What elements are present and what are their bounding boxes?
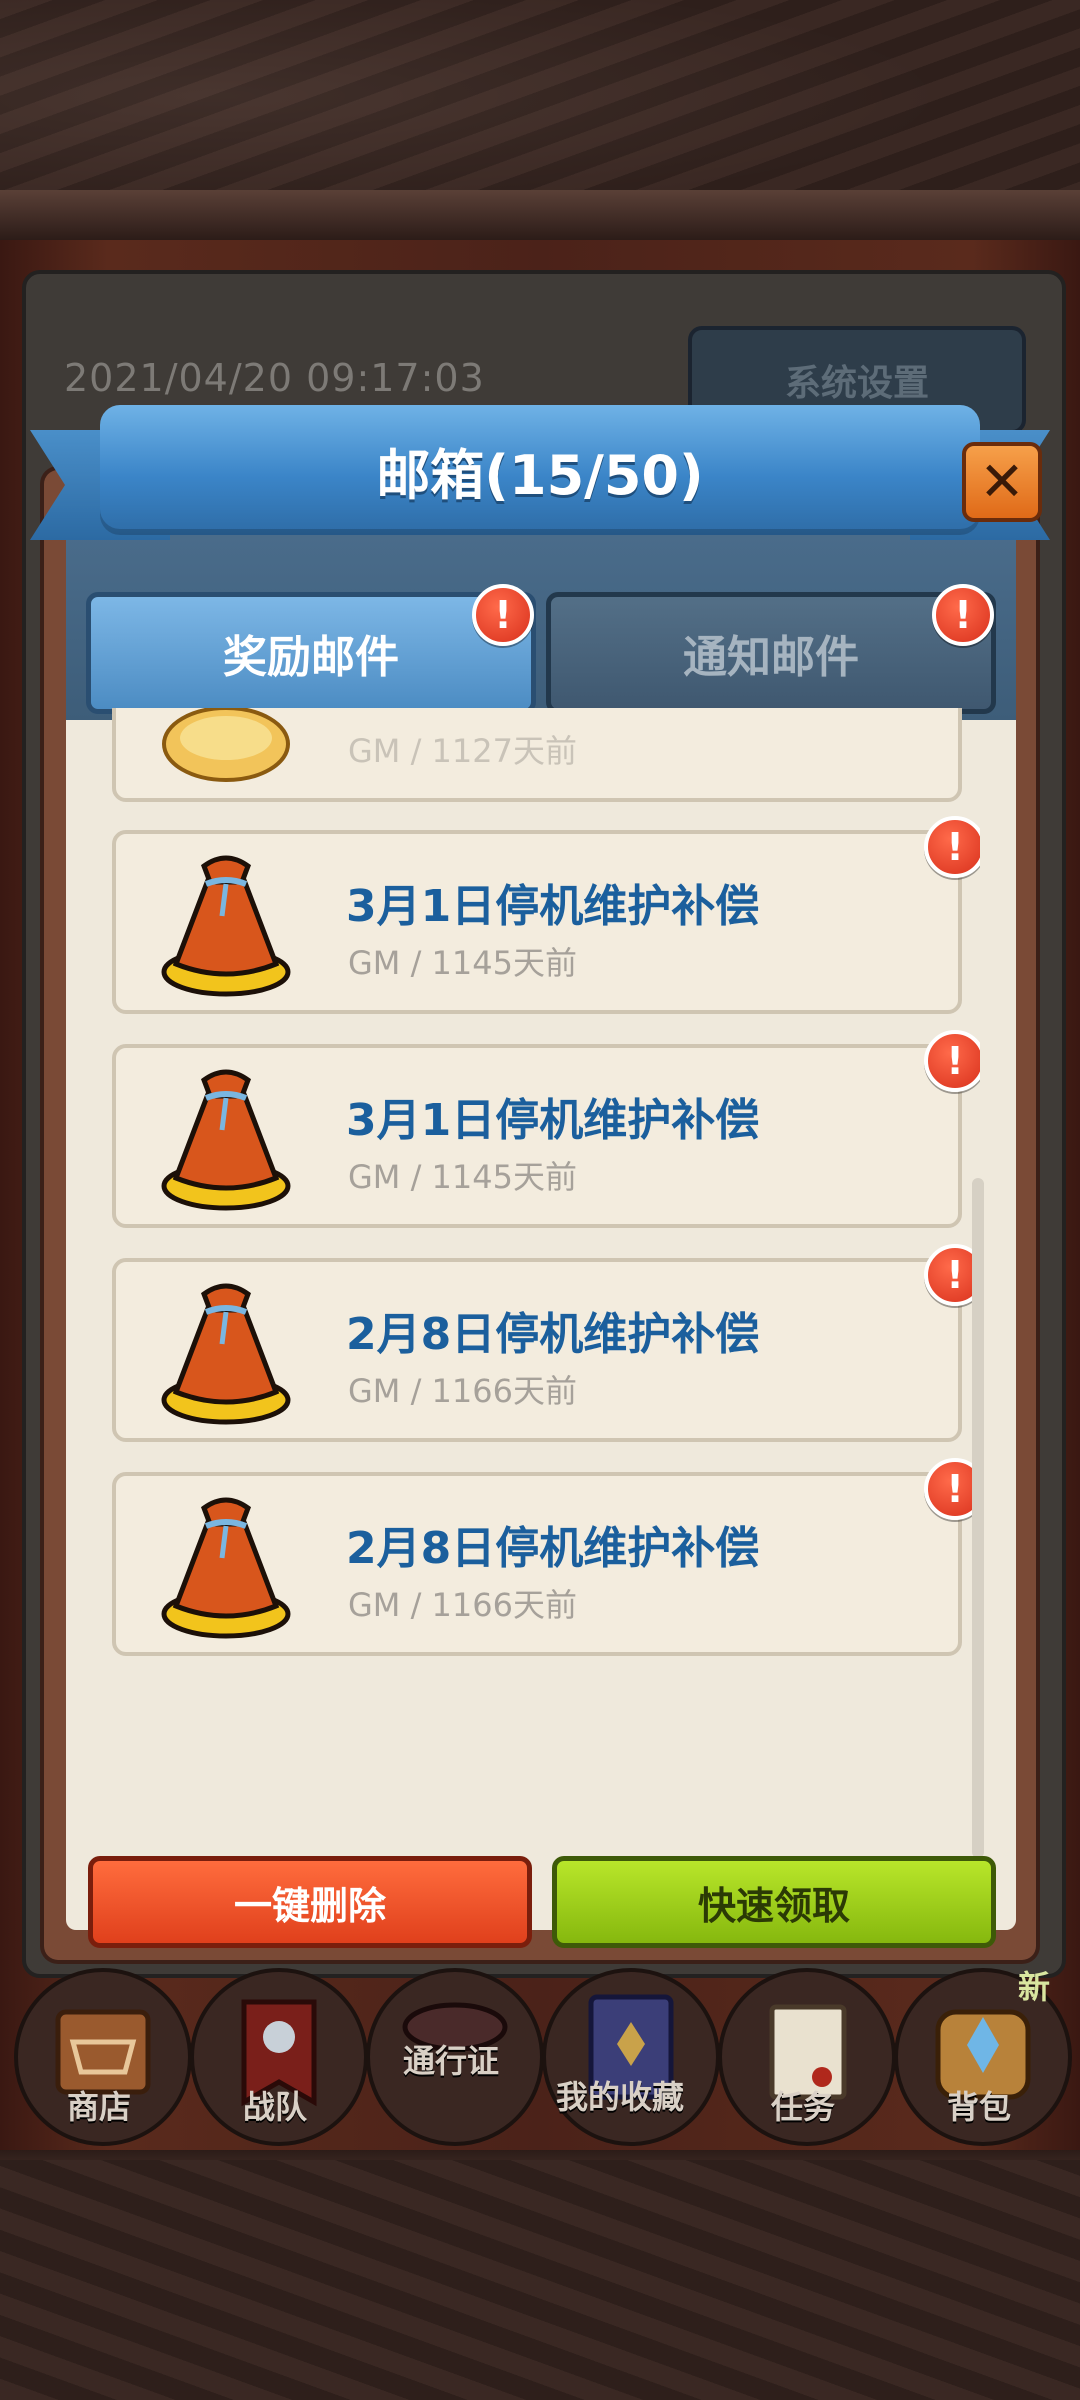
mail-item-meta: GM / 1166天前 bbox=[348, 1372, 577, 1410]
tab-notice-alert-icon: ! bbox=[932, 584, 994, 646]
mail-item-title: 2月8日停机维护补偿 bbox=[346, 1309, 760, 1360]
close-icon: ✕ bbox=[979, 450, 1025, 513]
mail-item-partial[interactable]: GM / 1127天前 bbox=[112, 708, 962, 802]
mail-item-meta: GM / 1145天前 bbox=[348, 1158, 577, 1196]
tab-notice-mail[interactable]: 通知邮件 bbox=[546, 592, 996, 714]
mail-item-title: 3月1日停机维护补偿 bbox=[346, 881, 760, 932]
mail-item-meta: GM / 1145天前 bbox=[348, 944, 577, 982]
nav-collection[interactable] bbox=[542, 1968, 720, 2146]
mail-item-meta: GM / 1166天前 bbox=[348, 1586, 577, 1624]
reward-bag-icon bbox=[161, 1283, 291, 1425]
mail-item-title: 3月1日停机维护补偿 bbox=[346, 1095, 760, 1146]
coin-icon bbox=[162, 708, 290, 782]
mail-item-alert-icon: ! bbox=[924, 816, 980, 878]
mail-item[interactable]: 3月1日停机维护补偿 GM / 1145天前 ! bbox=[112, 816, 980, 1014]
quick-claim-button[interactable]: 快速领取 bbox=[552, 1856, 996, 1948]
top-wood-rim bbox=[0, 190, 1080, 240]
mail-item-alert-icon: ! bbox=[924, 1030, 980, 1092]
bottom-wood-background bbox=[0, 2160, 1080, 2400]
nav-backpack-label: 背包 bbox=[946, 2088, 1011, 2126]
nav-quest-label: 任务 bbox=[770, 2088, 835, 2126]
mail-item[interactable]: 2月8日停机维护补偿 GM / 1166天前 ! bbox=[112, 1458, 980, 1656]
datetime-label: 2021/04/20 09:17:03 bbox=[64, 356, 485, 400]
reward-bag-icon bbox=[161, 1069, 291, 1211]
nav-pass-label: 通行证 bbox=[402, 2042, 499, 2080]
nav-shop-label: 商店 bbox=[66, 2088, 131, 2126]
mail-list-scrollbar[interactable] bbox=[972, 1178, 984, 1858]
reward-bag-icon bbox=[161, 1497, 291, 1639]
mail-list[interactable]: GM / 1127天前 3月1日停机维护补偿 GM / 1145天前 ! 3月1… bbox=[80, 708, 980, 1838]
close-button[interactable]: ✕ bbox=[962, 442, 1042, 522]
mail-item-title: 2月8日停机维护补偿 bbox=[346, 1523, 760, 1574]
nav-collection-label: 我的收藏 bbox=[555, 2078, 684, 2116]
reward-bag-icon bbox=[161, 855, 291, 997]
mail-item[interactable]: 2月8日停机维护补偿 GM / 1166天前 ! bbox=[112, 1244, 980, 1442]
mail-item-meta: GM / 1127天前 bbox=[348, 732, 577, 770]
mailbox-title: 邮箱(15/50) bbox=[376, 443, 704, 507]
new-badge: 新 bbox=[1018, 1968, 1051, 2006]
mail-item[interactable]: 3月1日停机维护补偿 GM / 1145天前 ! bbox=[112, 1030, 980, 1228]
nav-team-label: 战队 bbox=[242, 2088, 307, 2126]
tab-reward-alert-icon: ! bbox=[472, 584, 534, 646]
tab-reward-mail[interactable]: 奖励邮件 bbox=[86, 592, 536, 714]
delete-all-button[interactable]: 一键删除 bbox=[88, 1856, 532, 1948]
